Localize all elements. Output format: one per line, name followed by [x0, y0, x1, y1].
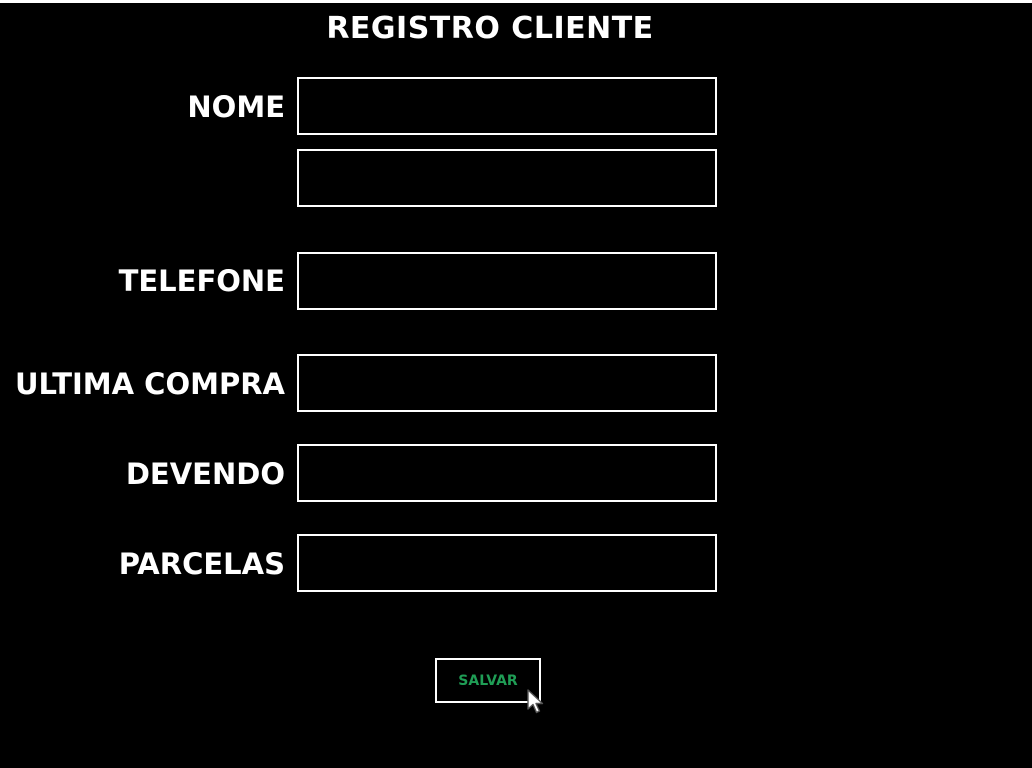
parcelas-label: PARCELAS: [118, 547, 285, 581]
parcelas-field[interactable]: [297, 534, 717, 592]
devendo-label: DEVENDO: [125, 457, 285, 491]
devendo-field[interactable]: [297, 444, 717, 502]
telefone-label: TELEFONE: [118, 264, 285, 298]
nome-label: NOME: [187, 90, 285, 124]
telefone-field[interactable]: [297, 252, 717, 310]
ultima-compra-field[interactable]: [297, 354, 717, 412]
nome-secondary-field[interactable]: [297, 149, 717, 207]
nome-field[interactable]: [297, 77, 717, 135]
mouse-pointer-icon: [527, 689, 544, 714]
ultima-compra-label: ULTIMA COMPRA: [14, 367, 285, 401]
registration-screen: REGISTRO CLIENTE NOME TELEFONE ULTIMA CO…: [0, 3, 1032, 768]
page-title: REGISTRO CLIENTE: [326, 11, 654, 46]
